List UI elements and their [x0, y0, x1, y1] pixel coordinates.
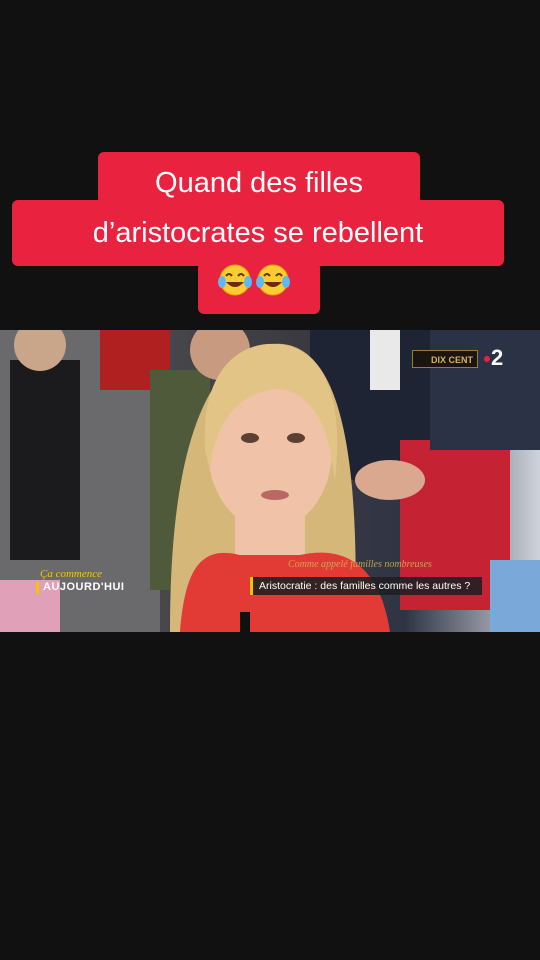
caption-line-1: Quand des filles [98, 152, 420, 204]
partner-logo: DIX CENT [412, 350, 478, 368]
lower-third-title: Aristocratie : des familles comme les au… [250, 577, 482, 595]
channel-logo-icon: 2 [484, 346, 503, 370]
laughing-emoji-icon [256, 264, 290, 296]
show-logo-line1: Ça commence [40, 568, 103, 580]
lower-third-subtitle: Comme appelé familles nombreuses [288, 559, 432, 570]
tv-video-frame[interactable]: DIX CENT 2 Ça commence AUJOURD'HUI Comme… [0, 330, 540, 632]
caption-line-2: d’aristocrates se rebellent [12, 200, 504, 266]
laughing-emoji-icon [218, 264, 252, 296]
show-logo-bar [36, 582, 39, 594]
show-logo: Ça commence AUJOURD'HUI [36, 568, 136, 598]
show-logo-line2: AUJOURD'HUI [43, 581, 125, 593]
